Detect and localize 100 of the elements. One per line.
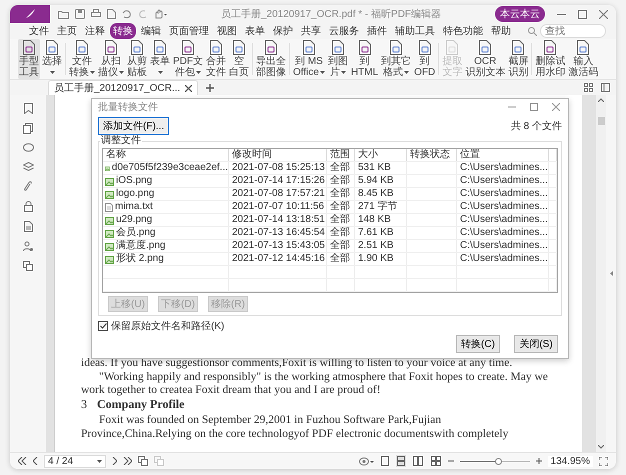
search-icon[interactable] bbox=[528, 26, 537, 36]
maximize-icon[interactable] bbox=[530, 102, 538, 110]
checkbox[interactable] bbox=[98, 321, 108, 331]
save-icon[interactable] bbox=[75, 9, 85, 19]
zoom-out-icon[interactable] bbox=[448, 458, 454, 464]
ribbon-tool[interactable]: 到图 片 bbox=[326, 39, 349, 79]
column-header[interactable]: 位置 bbox=[457, 149, 549, 161]
menu-tab[interactable]: 文件 bbox=[26, 23, 52, 39]
ribbon-tool[interactable]: 到 OFD bbox=[413, 39, 436, 79]
menu-tab[interactable]: 特色功能 bbox=[440, 23, 486, 39]
ribbon-tool[interactable]: 导出全 部图像 bbox=[255, 39, 287, 79]
menu-tab[interactable]: 转换 bbox=[110, 23, 136, 39]
menu-tab[interactable]: 保护 bbox=[270, 23, 296, 39]
comment-icon[interactable] bbox=[22, 143, 34, 153]
menu-tab[interactable]: 辅助工具 bbox=[392, 23, 438, 39]
page-view-button[interactable] bbox=[380, 455, 390, 467]
paperclip-icon[interactable] bbox=[24, 181, 32, 192]
page-icon bbox=[543, 40, 558, 55]
ribbon-tool[interactable]: 到 MS Office bbox=[292, 39, 326, 79]
layers-icon[interactable] bbox=[22, 162, 34, 172]
table-cell[interactable]: 形状 2.png bbox=[116, 253, 164, 265]
close-icon[interactable] bbox=[185, 84, 192, 92]
last-page-icon[interactable] bbox=[123, 457, 132, 465]
ribbon-tool[interactable]: 到其它 格式 bbox=[380, 39, 412, 79]
table-cell[interactable]: u29.png bbox=[116, 214, 152, 226]
page-number-field[interactable]: 4 / 24 bbox=[44, 454, 106, 468]
table-cell[interactable]: d0e705f5f239e3ceae2ef... bbox=[112, 162, 228, 174]
maximize-icon[interactable] bbox=[578, 10, 587, 18]
menu-tab[interactable]: 帮助 bbox=[488, 23, 514, 39]
people-icon[interactable] bbox=[22, 241, 34, 252]
column-header[interactable]: 名称 bbox=[103, 149, 229, 161]
ribbon-tool[interactable]: 选择 bbox=[41, 39, 63, 79]
table-cell[interactable]: iOS.png bbox=[116, 175, 152, 187]
ribbon-tool[interactable]: 从剪 贴板 bbox=[126, 39, 148, 79]
scroll-down-icon[interactable] bbox=[598, 445, 604, 449]
panel-icon[interactable] bbox=[601, 83, 610, 92]
undo-icon[interactable] bbox=[122, 9, 132, 19]
dialog-button[interactable]: 关闭(S) bbox=[514, 335, 558, 353]
slider-thumb[interactable] bbox=[495, 458, 502, 464]
ribbon-tool[interactable]: 从扫 描仪 bbox=[97, 39, 125, 79]
next-page-icon[interactable] bbox=[112, 457, 118, 465]
document-icon[interactable] bbox=[24, 221, 32, 232]
zoom-in-icon[interactable] bbox=[536, 458, 542, 464]
grid-icon[interactable] bbox=[584, 83, 593, 92]
ribbon-tool[interactable]: 删除试 用水印 bbox=[534, 39, 566, 79]
column-header[interactable]: 大小 bbox=[355, 149, 407, 161]
scroll-up-icon[interactable] bbox=[598, 98, 604, 102]
menu-tab[interactable]: 插件 bbox=[364, 23, 390, 39]
folder-icon[interactable] bbox=[58, 10, 69, 18]
lock-icon[interactable] bbox=[24, 201, 32, 212]
ribbon-tool[interactable]: 手型 工具 bbox=[18, 39, 40, 79]
search-field[interactable]: 查找 bbox=[540, 24, 606, 38]
checkbox-label[interactable]: 保留原始文件名和路径(K) bbox=[111, 319, 224, 333]
eye-icon[interactable] bbox=[358, 456, 374, 466]
expand-arrow-icon[interactable] bbox=[610, 271, 612, 276]
add-files-button[interactable]: 添加文件(F)... bbox=[98, 117, 170, 135]
copy-icon[interactable] bbox=[138, 456, 148, 466]
pages-icon[interactable] bbox=[23, 123, 33, 134]
fullscreen-icon[interactable] bbox=[599, 456, 608, 466]
table-cell[interactable]: 会员.png bbox=[116, 227, 156, 239]
menu-tab[interactable]: 视图 bbox=[214, 23, 240, 39]
table-cell[interactable]: logo.png bbox=[116, 188, 154, 200]
print-icon[interactable] bbox=[91, 9, 101, 19]
menu-tab[interactable]: 页面管理 bbox=[166, 23, 212, 39]
menu-tab[interactable]: 云服务 bbox=[326, 23, 362, 39]
column-header[interactable]: 转换状态 bbox=[407, 149, 457, 161]
scrollbar[interactable] bbox=[596, 95, 606, 452]
first-page-icon[interactable] bbox=[18, 457, 27, 465]
dialog-button[interactable]: 转换(C) bbox=[456, 335, 500, 353]
page-icon[interactable] bbox=[107, 9, 116, 19]
copy-icon[interactable] bbox=[23, 261, 33, 271]
close-icon[interactable] bbox=[599, 10, 608, 18]
menu-tab[interactable]: 主页 bbox=[54, 23, 80, 39]
menu-tab[interactable]: 编辑 bbox=[138, 23, 164, 39]
user-badge[interactable]: 本云本云 bbox=[495, 6, 545, 22]
column-header[interactable]: 范围 bbox=[327, 149, 355, 161]
ribbon-tool[interactable]: 合并 文件 bbox=[205, 39, 227, 79]
hand-icon[interactable] bbox=[154, 9, 167, 19]
menu-tab[interactable]: 注释 bbox=[82, 23, 108, 39]
ribbon-tool[interactable]: OCR 识别文本 bbox=[464, 39, 506, 79]
page-view-button[interactable] bbox=[412, 455, 424, 467]
ribbon-tool[interactable]: 文件 转换 bbox=[68, 39, 96, 79]
ribbon-tool[interactable]: 空 白页 bbox=[228, 39, 250, 79]
zoom-value[interactable]: 134.95% bbox=[548, 456, 593, 466]
ribbon-tool[interactable]: PDF文 件包 bbox=[172, 39, 204, 79]
menu-tab[interactable]: 共享 bbox=[298, 23, 324, 39]
ribbon-tool[interactable]: 到 HTML bbox=[350, 39, 380, 79]
document-tab[interactable]: 员工手册_20120917_OCR... bbox=[48, 80, 198, 95]
page-view-button[interactable] bbox=[430, 455, 442, 467]
scroll-thumb[interactable] bbox=[598, 117, 604, 125]
add-tab-icon[interactable] bbox=[206, 84, 214, 92]
bookmark-icon[interactable] bbox=[24, 103, 32, 114]
ribbon-tool[interactable]: 截屏 识别 bbox=[507, 39, 530, 79]
page-view-button[interactable] bbox=[396, 455, 406, 467]
menu-tab[interactable]: 表单 bbox=[242, 23, 268, 39]
previous-page-icon[interactable] bbox=[33, 457, 38, 465]
column-header[interactable]: 修改时间 bbox=[229, 149, 327, 161]
ribbon-tool[interactable]: 表单 bbox=[149, 39, 171, 79]
ribbon-tool[interactable]: 输入 激活码 bbox=[567, 39, 600, 79]
table-cell[interactable]: mima.txt bbox=[115, 201, 153, 213]
